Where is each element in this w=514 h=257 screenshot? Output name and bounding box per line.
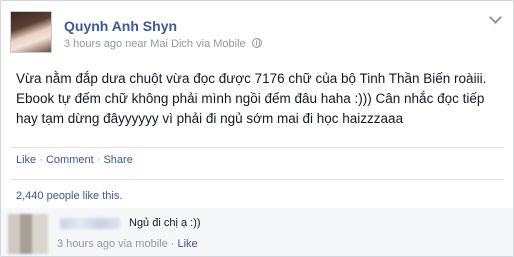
likes-count[interactable]: 2,440 people like this. bbox=[16, 190, 122, 202]
separator: · bbox=[39, 154, 43, 166]
via-prefix: via bbox=[196, 38, 211, 50]
comment-text: Ngủ đi chị ạ :)) bbox=[129, 217, 201, 229]
comment-item: Ngủ đi chị ạ :)) 3 hours ago via mobile … bbox=[1, 208, 513, 256]
separator: · bbox=[96, 154, 101, 166]
post-time[interactable]: 3 hours ago bbox=[64, 38, 122, 50]
divider bbox=[10, 179, 504, 180]
post-actions: Like · Comment · Share bbox=[16, 154, 133, 166]
author-name[interactable]: Quynh Anh Shyn bbox=[64, 18, 177, 34]
post-card: Quynh Anh Shyn 3 hours ago near Mai Dich… bbox=[0, 0, 514, 257]
share-link[interactable]: Share bbox=[103, 154, 132, 166]
post-location[interactable]: Mai Dich bbox=[150, 38, 193, 50]
comment-time[interactable]: 3 hours ago bbox=[57, 238, 115, 250]
near-prefix: near bbox=[125, 38, 148, 50]
post-body: Vừa nằm đắp dưa chuột vừa đọc được 7176 … bbox=[16, 71, 487, 126]
post-meta: 3 hours ago near Mai Dich via Mobile bbox=[64, 38, 262, 50]
author-avatar[interactable] bbox=[10, 11, 52, 53]
divider bbox=[10, 147, 504, 148]
comment-via: via mobile bbox=[118, 238, 168, 250]
like-link[interactable]: Like bbox=[16, 154, 36, 166]
globe-icon[interactable] bbox=[251, 38, 262, 48]
post-header: Quynh Anh Shyn 3 hours ago near Mai Dich… bbox=[10, 11, 502, 55]
post-platform[interactable]: Mobile bbox=[213, 38, 245, 50]
separator: · bbox=[170, 238, 175, 250]
comment-meta: 3 hours ago via mobile · Like bbox=[57, 238, 198, 250]
commenter-name-redacted[interactable] bbox=[60, 218, 120, 229]
chevron-down-icon[interactable] bbox=[489, 11, 502, 24]
comment-link[interactable]: Comment bbox=[46, 154, 94, 166]
comment-like-link[interactable]: Like bbox=[178, 238, 198, 250]
commenter-avatar[interactable] bbox=[8, 214, 48, 254]
